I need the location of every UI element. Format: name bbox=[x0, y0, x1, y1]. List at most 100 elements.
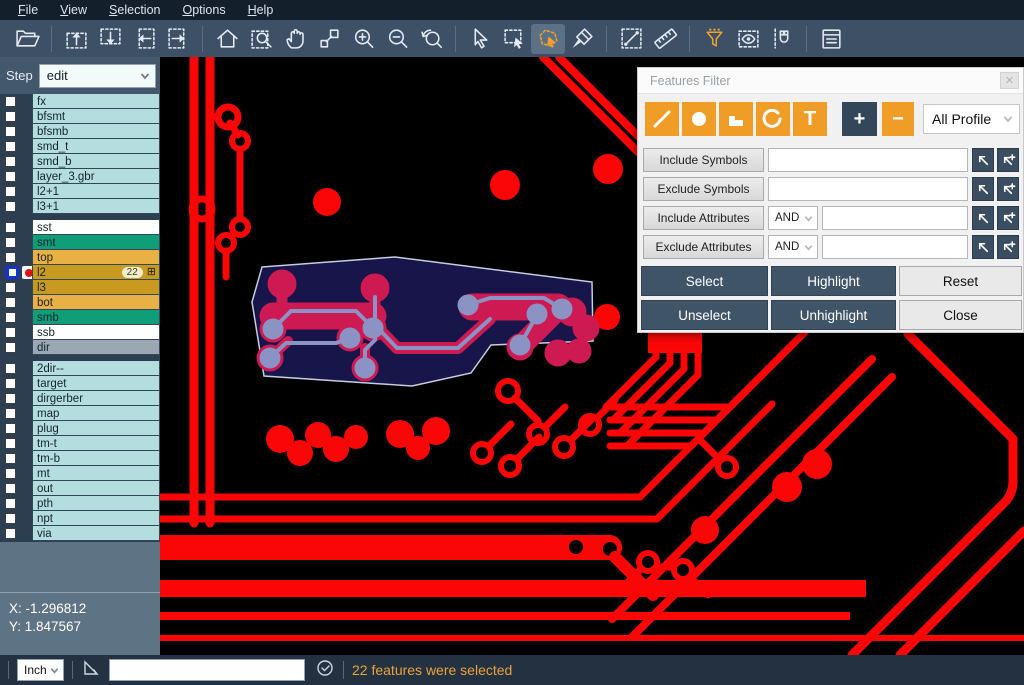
step-dropdown[interactable]: edit bbox=[39, 64, 156, 88]
layer-checkbox[interactable] bbox=[5, 201, 16, 212]
layer-label[interactable]: ssb bbox=[32, 325, 160, 340]
layer-row[interactable]: 2dir-- bbox=[0, 361, 160, 376]
zoom-out-button[interactable] bbox=[380, 24, 414, 54]
layer-row[interactable]: tm-b bbox=[0, 451, 160, 466]
layer-row[interactable]: tm-t bbox=[0, 436, 160, 451]
close-button[interactable]: Close bbox=[899, 300, 1022, 330]
pick-add-symbol-button[interactable] bbox=[997, 148, 1019, 172]
layer-label[interactable]: tm-b bbox=[32, 451, 160, 466]
pick-add-attribute-button[interactable] bbox=[997, 206, 1019, 230]
layer-row[interactable]: out bbox=[0, 481, 160, 496]
zoom-previous-button[interactable] bbox=[414, 24, 448, 54]
layer-label[interactable]: smd_b bbox=[32, 154, 160, 169]
dialog-close-button[interactable]: ✕ bbox=[1000, 72, 1019, 89]
layer-row[interactable]: smt bbox=[0, 235, 160, 250]
layer-label[interactable]: smt bbox=[32, 235, 160, 250]
layer-checkbox[interactable] bbox=[5, 498, 16, 509]
zoom-window-button[interactable] bbox=[244, 24, 278, 54]
layer-label[interactable]: l2 22 ⊞ bbox=[32, 265, 160, 280]
layer-row[interactable]: sst bbox=[0, 220, 160, 235]
layer-checkbox[interactable] bbox=[5, 453, 16, 464]
pan-down-button[interactable] bbox=[93, 24, 127, 54]
layer-label[interactable]: dir bbox=[32, 340, 160, 355]
layer-checkbox[interactable] bbox=[5, 297, 16, 308]
layer-checkbox[interactable] bbox=[5, 408, 16, 419]
pick-symbol-button[interactable] bbox=[972, 148, 994, 172]
command-input[interactable] bbox=[109, 659, 305, 681]
filter-arc-button[interactable] bbox=[756, 102, 790, 136]
reset-button[interactable]: Reset bbox=[899, 266, 1022, 296]
layer-checkbox[interactable] bbox=[5, 312, 16, 323]
layer-row[interactable]: dirgerber bbox=[0, 391, 160, 406]
layer-label[interactable]: tm-t bbox=[32, 436, 160, 451]
layer-checkbox[interactable] bbox=[5, 423, 16, 434]
pick-symbol-button[interactable] bbox=[972, 177, 994, 201]
zoom-object-button[interactable] bbox=[312, 24, 346, 54]
layer-row[interactable]: smd_t bbox=[0, 139, 160, 154]
pan-hand-button[interactable] bbox=[278, 24, 312, 54]
layer-row[interactable]: bfsmb bbox=[0, 124, 160, 139]
layer-checkbox[interactable] bbox=[5, 378, 16, 389]
layer-label[interactable]: bfsmt bbox=[32, 109, 160, 124]
layer-label[interactable]: sst bbox=[32, 220, 160, 235]
layer-row[interactable]: via bbox=[0, 526, 160, 541]
select-polygon-button[interactable] bbox=[531, 24, 565, 54]
snap-magnet-button[interactable] bbox=[765, 24, 799, 54]
select-rectangle-button[interactable] bbox=[497, 24, 531, 54]
layer-row[interactable]: dir bbox=[0, 340, 160, 355]
layer-checkbox[interactable] bbox=[5, 252, 16, 263]
layer-label[interactable]: map bbox=[32, 406, 160, 421]
layer-checkbox[interactable] bbox=[5, 513, 16, 524]
units-dropdown[interactable]: Inch bbox=[17, 659, 64, 681]
layer-label[interactable]: mt bbox=[32, 466, 160, 481]
layer-label[interactable]: out bbox=[32, 481, 160, 496]
filter-surface-button[interactable] bbox=[719, 102, 753, 136]
pan-left-button[interactable] bbox=[127, 24, 161, 54]
layer-row[interactable]: bot bbox=[0, 295, 160, 310]
filter-text-button[interactable]: T bbox=[793, 102, 827, 136]
exclude-attributes-button[interactable]: Exclude Attributes bbox=[643, 235, 764, 259]
layer-row[interactable]: mt bbox=[0, 466, 160, 481]
layer-checkbox[interactable] bbox=[5, 156, 16, 167]
layer-checkbox[interactable] bbox=[5, 186, 16, 197]
layer-label[interactable]: dirgerber bbox=[32, 391, 160, 406]
layer-row[interactable]: target bbox=[0, 376, 160, 391]
layer-checkbox-checked[interactable] bbox=[5, 266, 19, 279]
layer-checkbox[interactable] bbox=[5, 126, 16, 137]
include-symbols-input[interactable] bbox=[768, 148, 968, 172]
pan-right-button[interactable] bbox=[161, 24, 195, 54]
measure-ruler-button[interactable] bbox=[648, 24, 682, 54]
layer-label[interactable]: top bbox=[32, 250, 160, 265]
home-view-button[interactable] bbox=[210, 24, 244, 54]
layer-checkbox[interactable] bbox=[5, 96, 16, 107]
layer-label[interactable]: fx bbox=[32, 94, 160, 109]
measure-points-button[interactable] bbox=[614, 24, 648, 54]
menu-options[interactable]: Options bbox=[172, 1, 235, 19]
pick-attribute-button[interactable] bbox=[972, 206, 994, 230]
include-symbols-button[interactable]: Include Symbols bbox=[643, 148, 764, 172]
profile-dropdown[interactable]: All Profile bbox=[923, 104, 1020, 134]
layer-row[interactable]: plug bbox=[0, 421, 160, 436]
filter-add-button[interactable]: + bbox=[842, 102, 877, 136]
layer-row[interactable]: map bbox=[0, 406, 160, 421]
layer-row[interactable]: fx bbox=[0, 94, 160, 109]
menu-view[interactable]: View bbox=[50, 1, 97, 19]
filter-line-button[interactable] bbox=[645, 102, 679, 136]
layer-row[interactable]: smb bbox=[0, 310, 160, 325]
unselect-button[interactable]: Unselect bbox=[641, 300, 768, 330]
layer-row-active[interactable]: l2 22 ⊞ bbox=[0, 265, 160, 280]
refresh-button[interactable] bbox=[315, 658, 335, 683]
layer-row[interactable]: ssb bbox=[0, 325, 160, 340]
pick-attribute-button[interactable] bbox=[972, 235, 994, 259]
layer-label[interactable]: l3 bbox=[32, 280, 160, 295]
select-cursor-button[interactable] bbox=[463, 24, 497, 54]
layer-checkbox[interactable] bbox=[5, 222, 16, 233]
layer-label[interactable]: l3+1 bbox=[32, 199, 160, 214]
layer-row[interactable]: l3+1 bbox=[0, 199, 160, 214]
zoom-in-button[interactable] bbox=[346, 24, 380, 54]
layer-checkbox[interactable] bbox=[5, 468, 16, 479]
layer-label[interactable]: pth bbox=[32, 496, 160, 511]
layer-row[interactable]: l2+1 bbox=[0, 184, 160, 199]
layer-row[interactable]: smd_b bbox=[0, 154, 160, 169]
filter-pad-button[interactable] bbox=[682, 102, 716, 136]
